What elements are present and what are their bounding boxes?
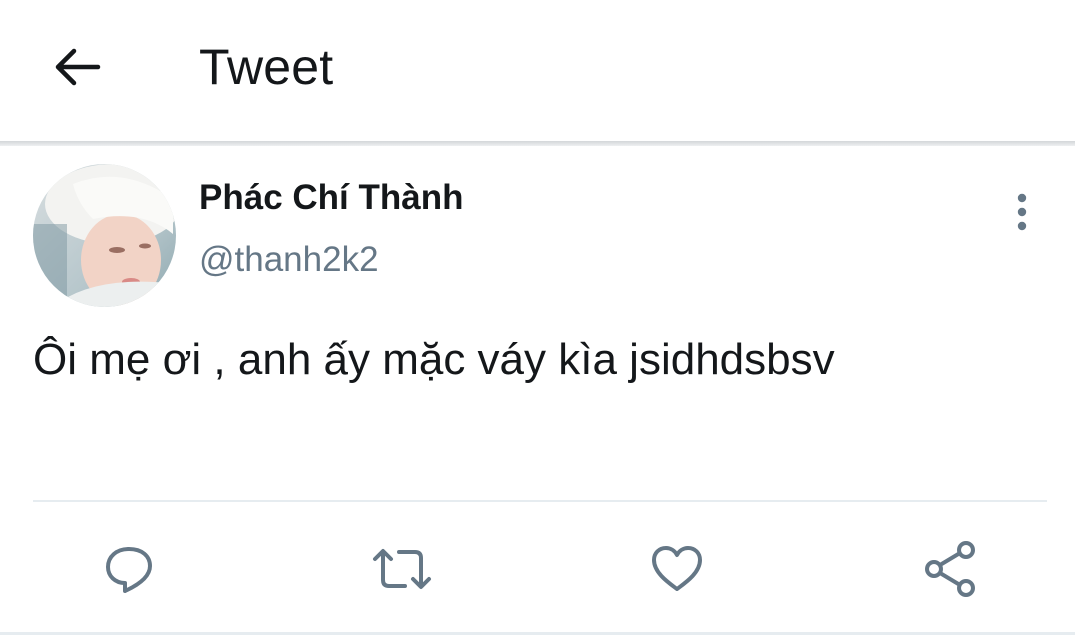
back-button[interactable]	[44, 36, 110, 98]
page-title: Tweet	[199, 39, 334, 95]
like-button[interactable]	[646, 538, 708, 600]
tweet-menu-button[interactable]	[996, 186, 1048, 238]
app-header: Tweet	[0, 0, 1075, 142]
avatar-image	[33, 164, 176, 307]
retweet-button[interactable]	[371, 538, 433, 600]
share-button[interactable]	[919, 538, 981, 600]
reply-button[interactable]	[98, 538, 160, 600]
like-icon	[652, 546, 702, 591]
author-handle[interactable]: @thanh2k2	[199, 240, 379, 280]
tweet-text: Ôi mẹ ơi , anh ấy mặc váy kìa jsidhdsbsv	[33, 335, 835, 384]
author-display-name[interactable]: Phác Chí Thành	[199, 178, 463, 218]
bottom-divider	[0, 632, 1075, 635]
more-vertical-icon	[1017, 193, 1027, 231]
arrow-left-icon	[55, 48, 101, 86]
reply-icon	[106, 547, 152, 593]
header-divider	[0, 141, 1075, 146]
retweet-icon	[373, 549, 431, 589]
avatar[interactable]	[33, 164, 176, 307]
actions-divider	[33, 500, 1047, 502]
share-icon	[925, 541, 975, 597]
